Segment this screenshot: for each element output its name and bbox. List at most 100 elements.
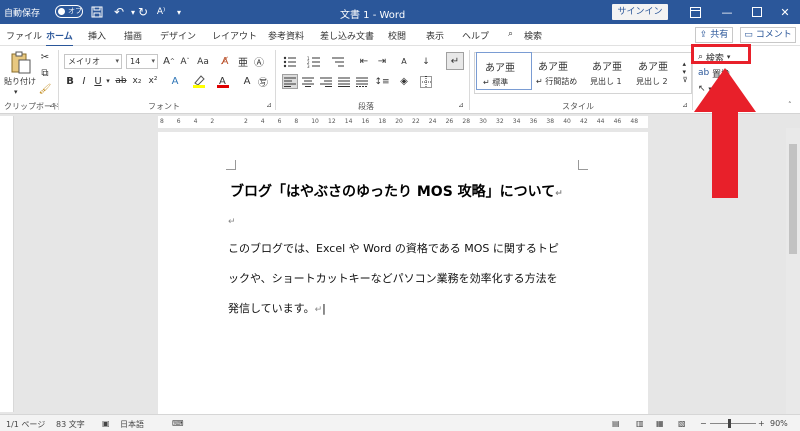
shading-icon[interactable]: ◈ — [396, 74, 412, 89]
page-count[interactable]: 1/1 ページ — [6, 419, 45, 430]
save-icon[interactable] — [88, 3, 106, 21]
web-layout-icon[interactable]: ▧ — [678, 419, 686, 428]
borders-icon[interactable] — [418, 74, 434, 89]
copy-icon[interactable]: ⧉ — [38, 66, 52, 80]
align-right-icon[interactable] — [318, 74, 334, 89]
language[interactable]: 日本語 — [120, 419, 144, 430]
text-effects-icon[interactable]: A — [168, 74, 182, 88]
tab-mailings[interactable]: 差し込み文書 — [320, 29, 374, 42]
tab-review[interactable]: 校閲 — [388, 29, 406, 42]
tell-me-icon[interactable]: ⌕ — [508, 29, 513, 39]
phonetic-guide-icon[interactable]: 亜 — [236, 54, 250, 69]
minimize-icon[interactable]: — — [712, 0, 742, 24]
increase-indent-icon[interactable]: ⇥ — [374, 54, 390, 69]
justify-icon[interactable] — [336, 74, 352, 89]
document-line-last[interactable]: 発信しています。↵| — [228, 300, 326, 316]
vertical-scrollbar[interactable] — [786, 128, 800, 414]
enclosed-character-icon[interactable]: ㊢ — [256, 74, 270, 89]
tab-draw[interactable]: 描画 — [124, 29, 142, 42]
distributed-icon[interactable] — [354, 74, 370, 89]
zoom-in-icon[interactable]: + — [758, 419, 765, 428]
maximize-icon[interactable] — [742, 0, 772, 24]
paragraph-launcher-icon[interactable]: ⊿ — [458, 101, 464, 109]
empty-paragraph[interactable]: ↵ — [228, 214, 236, 227]
scroll-thumb[interactable] — [789, 144, 797, 254]
close-icon[interactable]: ✕ — [770, 0, 800, 24]
subscript-icon[interactable]: x₂ — [130, 74, 144, 88]
horizontal-ruler[interactable]: 8 6 4 2 2 4 6 8 10 12 14 16 18 20 22 24 26 28 30 32 34 36 38 40… — [158, 116, 648, 128]
zoom-thumb[interactable] — [728, 419, 731, 428]
document-line[interactable]: ックや、ショートカットキーなどパソコン業務を効率化する方法を — [228, 270, 558, 286]
style-heading-2[interactable]: あア亜 見出し 2 — [630, 52, 686, 90]
font-size-box[interactable]: 14 ▾ — [126, 54, 158, 69]
underline-dropdown-icon[interactable]: ▾ — [104, 74, 112, 88]
font-color-icon[interactable]: A — [216, 74, 230, 88]
italic-icon[interactable]: I — [78, 74, 90, 88]
read-mode-icon[interactable]: ▥ — [636, 419, 644, 428]
font-launcher-icon[interactable]: ⊿ — [266, 101, 272, 109]
style-no-spacing[interactable]: あア亜 ↵ 行間詰め — [530, 52, 586, 90]
autosave-toggle[interactable]: オフ — [55, 5, 83, 18]
character-shading-icon[interactable]: A — [240, 74, 254, 88]
sort-icon[interactable]: ↓ — [418, 54, 434, 69]
line-spacing-icon[interactable]: ↕≡ — [374, 74, 390, 89]
tab-layout[interactable]: レイアウト — [212, 29, 257, 42]
shrink-font-icon[interactable]: Aˇ — [178, 54, 192, 69]
styles-scroll-icon[interactable]: ▴ ▾ ⊽ — [680, 52, 690, 92]
tab-design[interactable]: デザイン — [160, 29, 196, 42]
document-heading[interactable]: ブログ「はやぶさのゆったり MOS 攻略」について↵ — [230, 181, 563, 201]
clipboard-launcher-icon[interactable]: ⊿ — [49, 101, 55, 109]
enclose-characters-icon[interactable]: Ⓐ — [252, 54, 266, 69]
redo-icon[interactable]: ↻ — [134, 3, 152, 21]
print-layout-icon[interactable]: ▦ — [656, 419, 664, 428]
bold-icon[interactable]: B — [64, 74, 76, 88]
multilevel-list-icon[interactable] — [330, 54, 346, 69]
change-case-icon[interactable]: Aa — [196, 54, 210, 69]
numbering-icon[interactable]: 123 — [306, 54, 322, 69]
format-painter-icon[interactable]: 🖌 — [38, 82, 52, 96]
tell-me-search[interactable]: 検索 — [524, 29, 542, 42]
tab-insert[interactable]: 挿入 — [88, 29, 106, 42]
styles-launcher-icon[interactable]: ⊿ — [682, 101, 688, 109]
font-name-box[interactable]: メイリオ ▾ — [64, 54, 122, 69]
zoom-level[interactable]: 90% — [770, 419, 788, 428]
style-normal[interactable]: あア亜 ↵ 標準 — [476, 52, 532, 90]
align-center-icon[interactable] — [300, 74, 316, 89]
zoom-slider[interactable] — [710, 419, 756, 428]
show-paragraph-marks-icon[interactable]: ↵ — [446, 52, 464, 70]
vertical-ruler[interactable] — [0, 116, 14, 412]
superscript-icon[interactable]: x² — [146, 74, 160, 88]
underline-icon[interactable]: U — [92, 74, 104, 88]
tab-file[interactable]: ファイル — [6, 29, 42, 42]
accessibility-icon[interactable]: ⌨ — [172, 419, 184, 428]
proofing-icon[interactable]: ▣ — [102, 419, 110, 428]
ribbon-display-options-icon[interactable] — [680, 0, 710, 24]
clear-formatting-icon[interactable]: A̸ — [218, 54, 232, 69]
signin-button[interactable]: サインイン — [612, 4, 668, 20]
read-aloud-icon[interactable]: A⁾ — [152, 3, 170, 21]
highlight-icon[interactable] — [192, 74, 206, 88]
focus-mode-icon[interactable]: ▤ — [612, 419, 620, 428]
cut-icon[interactable]: ✂ — [38, 50, 52, 64]
decrease-indent-icon[interactable]: ⇤ — [356, 54, 372, 69]
tab-home[interactable]: ホーム — [46, 29, 73, 47]
grow-font-icon[interactable]: A ^ — [162, 54, 176, 69]
customize-quick-access-icon[interactable]: ▾ — [170, 3, 188, 21]
align-left-icon[interactable] — [282, 74, 298, 89]
comment-button[interactable]: ▭ コメント — [740, 27, 796, 43]
strikethrough-icon[interactable]: ab — [114, 74, 128, 88]
asian-layout-icon[interactable]: A — [396, 54, 412, 69]
tab-references[interactable]: 参考資料 — [268, 29, 304, 42]
zoom-out-icon[interactable]: − — [700, 419, 707, 428]
word-count[interactable]: 83 文字 — [56, 419, 85, 430]
document-line[interactable]: このブログでは、Excel や Word の資格である MOS に関するトピ — [228, 240, 559, 256]
paste-label[interactable]: 貼り付け — [4, 76, 36, 87]
tab-view[interactable]: 表示 — [426, 29, 444, 42]
bullets-icon[interactable] — [282, 54, 298, 69]
document-page[interactable]: ブログ「はやぶさのゆったり MOS 攻略」について↵ ↵ このブログでは、Exc… — [158, 132, 648, 414]
paste-dropdown-icon[interactable]: ▾ — [14, 88, 18, 96]
share-button[interactable]: ⇪ 共有 — [695, 27, 733, 43]
tab-help[interactable]: ヘルプ — [462, 29, 489, 42]
collapse-ribbon-icon[interactable]: ˄ — [788, 101, 792, 109]
paste-icon[interactable] — [6, 50, 36, 76]
